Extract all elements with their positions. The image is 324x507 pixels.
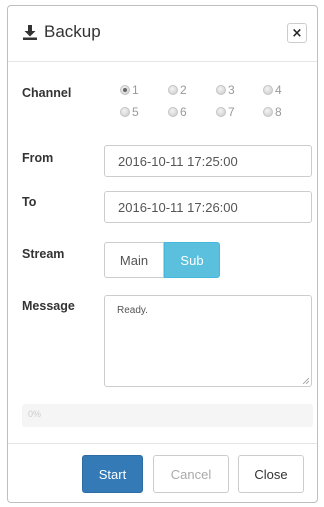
dialog-title: Backup [22,22,101,42]
channel-radio-label: 4 [275,83,282,97]
channel-radio-6[interactable]: 6 [168,105,187,119]
channel-radio-label: 5 [132,105,139,119]
channel-radio-3[interactable]: 3 [216,83,235,97]
resize-handle-icon[interactable] [302,377,309,384]
backup-dialog: Backup × Channel 1 2 3 4 5 6 7 8 From 2016-10-1… [7,5,318,503]
close-button[interactable]: Close [238,455,304,493]
channel-radio-4[interactable]: 4 [263,83,282,97]
radio-dot-icon [120,107,130,117]
channel-radio-7[interactable]: 7 [216,105,235,119]
to-value: 2016-10-11 17:26:00 [118,199,238,215]
message-label: Message [22,299,75,313]
dialog-header: Backup × [8,6,317,62]
stream-sub-button[interactable]: Sub [164,242,220,278]
channel-radio-label: 1 [132,83,139,97]
cancel-button[interactable]: Cancel [153,455,229,493]
radio-dot-icon [216,107,226,117]
dialog-title-text: Backup [44,22,101,41]
channel-radio-label: 3 [228,83,235,97]
from-label: From [22,151,54,165]
channel-label: Channel [22,86,72,100]
radio-dot-icon [168,85,178,95]
radio-dot-icon [168,107,178,117]
radio-dot-icon [263,107,273,117]
channel-radio-8[interactable]: 8 [263,105,282,119]
channel-radio-5[interactable]: 5 [120,105,139,119]
from-value: 2016-10-11 17:25:00 [118,153,238,169]
message-text: Ready. [117,305,148,316]
stream-label: Stream [22,247,65,261]
channel-radio-label: 8 [275,105,282,119]
to-datetime-input[interactable]: 2016-10-11 17:26:00 [104,191,312,223]
message-textarea[interactable]: Ready. [104,295,312,387]
download-icon [22,24,38,40]
start-button[interactable]: Start [82,455,143,493]
channel-radio-label: 6 [180,105,187,119]
channel-radio-label: 2 [180,83,187,97]
radio-dot-icon [263,85,273,95]
progress-text: 0% [28,409,42,419]
radio-dot-icon [120,85,130,95]
close-icon[interactable]: × [287,23,307,43]
progress-bar: 0% [22,404,313,427]
radio-dot-icon [216,85,226,95]
channel-radio-label: 7 [228,105,235,119]
channel-radio-2[interactable]: 2 [168,83,187,97]
to-label: To [22,195,37,209]
channel-radio-1[interactable]: 1 [120,83,139,97]
stream-main-button[interactable]: Main [104,242,164,278]
from-datetime-input[interactable]: 2016-10-11 17:25:00 [104,145,312,177]
